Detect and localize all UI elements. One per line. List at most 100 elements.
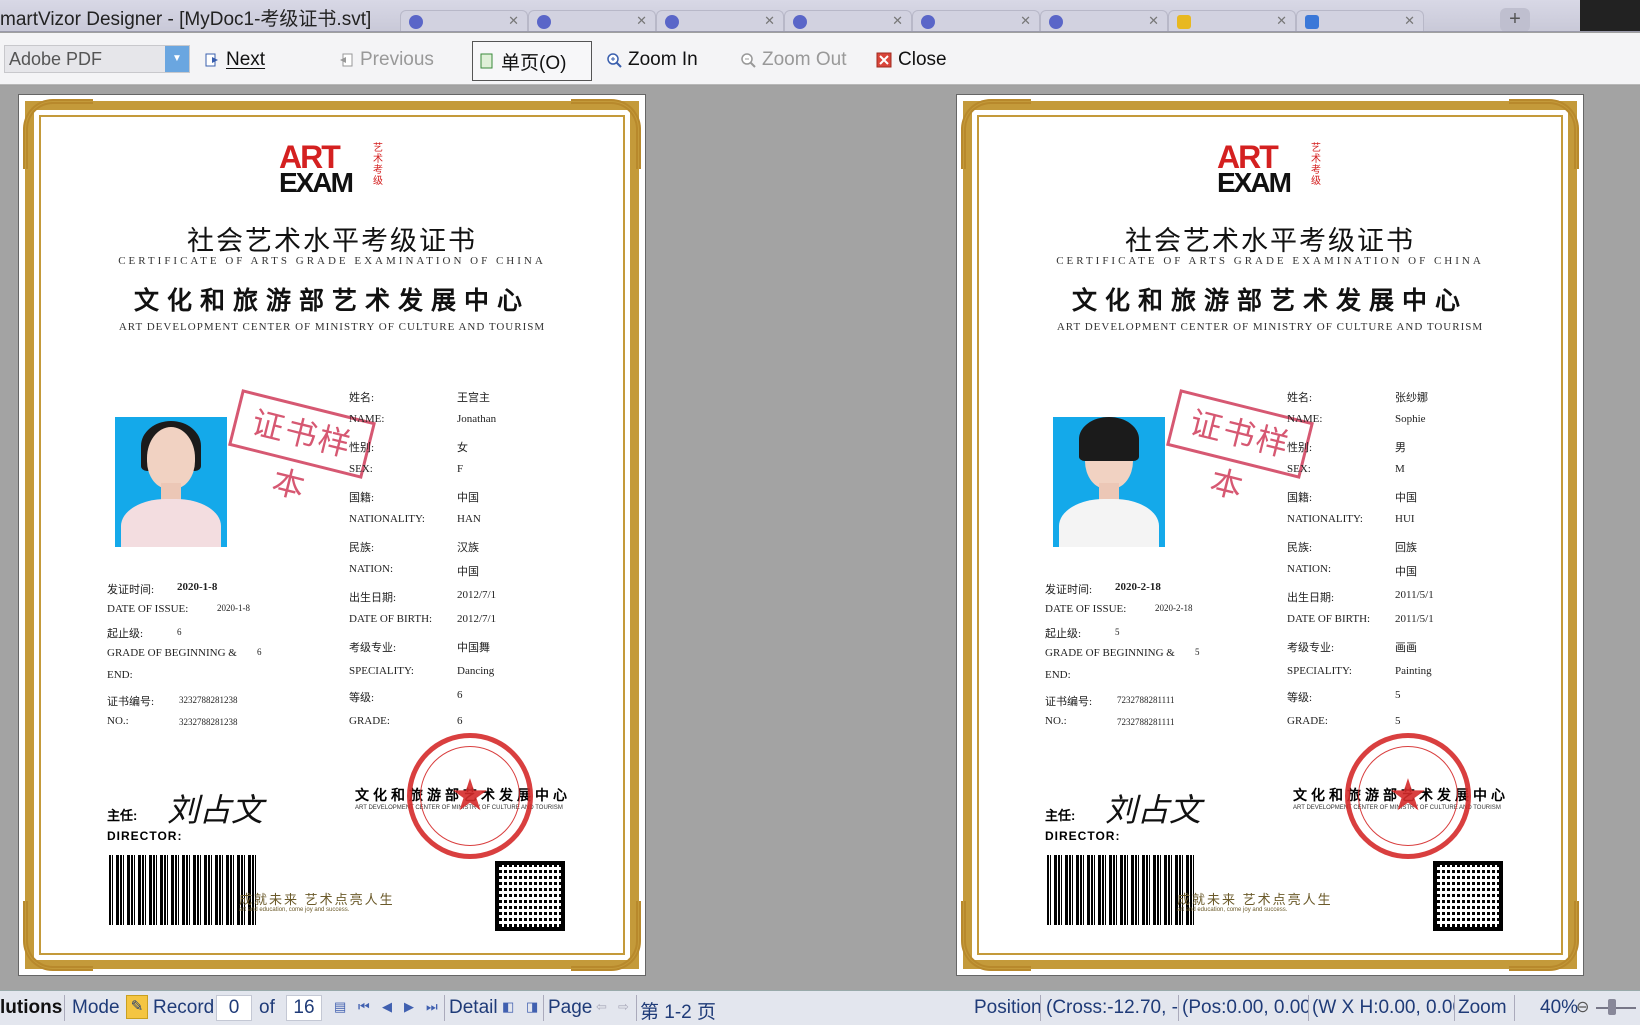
issue-cn-value: 2020-1-8 xyxy=(177,581,218,593)
previous-button[interactable]: Previous xyxy=(338,47,434,73)
tab-close-icon[interactable]: ✕ xyxy=(1148,13,1159,29)
birth-en-label: DATE OF BIRTH: xyxy=(1287,613,1371,625)
zoom-in-label: Zoom In xyxy=(628,49,698,70)
official-seal: ★ xyxy=(407,733,533,859)
first-record-icon[interactable]: ⏮ xyxy=(358,999,370,1015)
certificate-title-en: CERTIFICATE OF ARTS GRADE EXAMINATION OF… xyxy=(1056,255,1484,267)
tab-favicon-icon xyxy=(1305,15,1319,29)
issuer-org-en: ART DEVELOPMENT CENTER OF MINISTRY OF CU… xyxy=(1056,321,1484,333)
logo-side-text: 艺术考级 xyxy=(373,143,383,187)
tab-favicon-icon xyxy=(921,15,935,29)
background-tab[interactable]: ✕ xyxy=(1168,10,1296,31)
speciality-en-label: SPECIALITY: xyxy=(349,665,414,677)
cert-no-en-label: NO.: xyxy=(1045,715,1067,727)
birth-en-value: 2012/7/1 xyxy=(457,613,497,625)
speciality-en-value: Dancing xyxy=(457,665,495,677)
background-tab[interactable]: ✕ xyxy=(912,10,1040,31)
slogan-en: art and education, come joy and success. xyxy=(1177,907,1288,913)
record-index-field[interactable]: 0 xyxy=(216,995,252,1021)
issue-cn-value: 2020-2-18 xyxy=(1115,581,1161,593)
window-control[interactable] xyxy=(1580,0,1640,31)
ethnic-label: 民族: xyxy=(1287,542,1313,554)
new-tab-button[interactable]: + xyxy=(1500,8,1530,31)
prev-record-icon[interactable]: ◀ xyxy=(382,999,392,1015)
zoom-out-button[interactable]: Zoom Out xyxy=(740,47,846,73)
speciality-cn-label: 考级专业: xyxy=(349,642,397,654)
corner-ornament xyxy=(1509,901,1579,971)
barcode xyxy=(1047,855,1197,925)
sex-en-label: SEX: xyxy=(1287,463,1311,475)
zoom-in-button[interactable]: Zoom In xyxy=(606,47,698,73)
barcode xyxy=(109,855,259,925)
zoom-out-icon xyxy=(741,53,756,68)
nationality-label: NATIONALITY: xyxy=(1287,513,1363,525)
tab-close-icon[interactable]: ✕ xyxy=(764,13,775,29)
last-record-icon[interactable]: ⏭ xyxy=(426,999,438,1015)
tab-close-icon[interactable]: ✕ xyxy=(636,13,647,29)
tab-close-icon[interactable]: ✕ xyxy=(1276,13,1287,29)
issue-en-value: 2020-2-18 xyxy=(1155,603,1193,613)
zoom-slider-thumb[interactable] xyxy=(1608,999,1616,1015)
chevron-down-icon[interactable]: ▼ xyxy=(165,46,189,72)
zoom-label: Zoom xyxy=(1458,997,1507,1018)
background-tab[interactable]: ✕ xyxy=(1296,10,1424,31)
divider xyxy=(543,995,544,1021)
background-tab[interactable]: ✕ xyxy=(528,10,656,31)
begin-en-label: GRADE OF BEGINNING & xyxy=(107,647,237,659)
tab-close-icon[interactable]: ✕ xyxy=(508,13,519,29)
zoom-slider[interactable] xyxy=(1596,1007,1636,1009)
tab-favicon-icon xyxy=(1049,15,1063,29)
background-tab[interactable]: ✕ xyxy=(656,10,784,31)
begin-cn-value: 5 xyxy=(1115,627,1120,637)
ethnic-value: 汉族 xyxy=(457,542,479,554)
background-tab[interactable]: ✕ xyxy=(1040,10,1168,31)
certificate-page-1: ART EXAM 艺术考级 社会艺术水平考级证书 CERTIFICATE OF … xyxy=(18,94,646,976)
logo-exam-text: EXAM xyxy=(279,167,354,198)
next-button[interactable]: Next xyxy=(204,47,265,73)
begin-en-value: 6 xyxy=(257,647,262,657)
next-record-icon[interactable]: ▶ xyxy=(404,999,414,1015)
divider xyxy=(444,995,445,1021)
logo-side-text: 艺术考级 xyxy=(1311,143,1321,187)
solutions-tab[interactable]: lutions xyxy=(0,997,62,1019)
detail-label: Detail xyxy=(449,997,498,1018)
corner-ornament xyxy=(961,901,1031,971)
single-page-button[interactable]: 单页(O) xyxy=(472,41,592,81)
tab-close-icon[interactable]: ✕ xyxy=(1020,13,1031,29)
background-tab[interactable]: ✕ xyxy=(784,10,912,31)
tab-close-icon[interactable]: ✕ xyxy=(1404,13,1415,29)
close-button[interactable]: Close xyxy=(876,47,947,73)
preview-canvas[interactable]: ART EXAM 艺术考级 社会艺术水平考级证书 CERTIFICATE OF … xyxy=(0,86,1640,990)
grade-en-label: GRADE: xyxy=(349,715,390,727)
grade-en-value: 6 xyxy=(457,715,463,727)
tab-favicon-icon xyxy=(793,15,807,29)
grade-cn-value: 6 xyxy=(457,689,463,701)
nationality-label: NATIONALITY: xyxy=(349,513,425,525)
director-en-label: DIRECTOR: xyxy=(107,829,183,843)
nation-value: 中国 xyxy=(1395,566,1417,578)
page-prev-icon[interactable]: ⇦ xyxy=(596,999,607,1015)
end-en-label: END: xyxy=(107,669,133,681)
detail-prev-icon[interactable]: ◧ xyxy=(502,999,514,1015)
photo-hair xyxy=(1079,417,1139,461)
ethnic-label: 民族: xyxy=(349,542,375,554)
record-list-icon[interactable]: ▤ xyxy=(334,999,346,1015)
corner-ornament xyxy=(1509,99,1579,169)
detail-next-icon[interactable]: ◨ xyxy=(526,999,538,1015)
tab-close-icon[interactable]: ✕ xyxy=(892,13,903,29)
edit-mode-icon[interactable]: ✎ xyxy=(126,995,148,1019)
export-format-select[interactable]: Adobe PDF ▼ xyxy=(4,45,190,73)
issue-cn-label: 发证时间: xyxy=(107,584,155,596)
official-seal: ★ xyxy=(1345,733,1471,859)
nation-value: 中国 xyxy=(457,566,479,578)
art-exam-logo: ART EXAM 艺术考级 xyxy=(1217,139,1325,198)
star-icon: ★ xyxy=(1388,771,1428,820)
zoom-minus-icon[interactable]: ⊖ xyxy=(1576,997,1589,1017)
country-value: 中国 xyxy=(457,492,479,504)
page-next-icon[interactable]: ⇨ xyxy=(618,999,629,1015)
next-label: Next xyxy=(226,49,266,70)
background-tab[interactable]: ✕ xyxy=(400,10,528,31)
tab-favicon-icon xyxy=(409,15,423,29)
sex-en-value: M xyxy=(1395,463,1405,475)
nationality-value: HUI xyxy=(1395,513,1415,525)
